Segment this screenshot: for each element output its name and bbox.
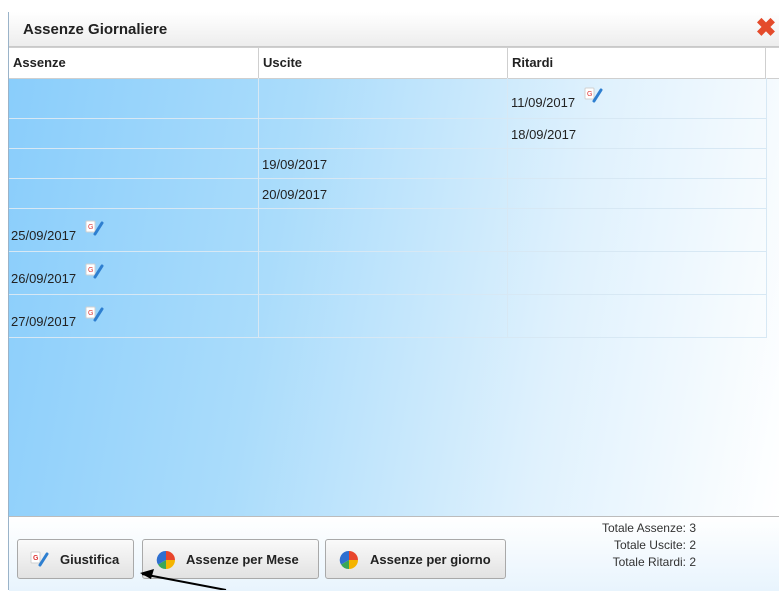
giustifica-button[interactable]: G Giustifica <box>17 539 134 579</box>
cell-uscite <box>259 119 508 148</box>
cell-ritardi <box>508 252 767 294</box>
svg-text:G: G <box>88 310 93 317</box>
cell-assenze: 26/09/2017 G <box>9 252 259 294</box>
pie-chart-icon <box>156 550 176 573</box>
cell-assenze: 25/09/2017 G <box>9 209 259 251</box>
date-text: 11/09/2017 <box>511 95 576 110</box>
table-row: 20/09/2017 <box>9 179 767 209</box>
table-row: 19/09/2017 <box>9 149 767 179</box>
totale-ritardi: Totale Ritardi: 2 <box>612 555 696 569</box>
assenze-per-mese-button[interactable]: Assenze per Mese <box>142 539 319 579</box>
date-text: 19/09/2017 <box>262 157 328 172</box>
cell-assenze <box>9 149 259 178</box>
justify-edit-icon[interactable]: G <box>85 262 105 280</box>
justify-edit-icon[interactable]: G <box>584 86 604 104</box>
cell-ritardi <box>508 179 767 208</box>
date-text: 18/09/2017 <box>511 127 577 142</box>
svg-text:G: G <box>587 91 592 98</box>
table-row: 18/09/2017 <box>9 119 767 149</box>
cell-uscite <box>259 252 508 294</box>
table-row: 26/09/2017 G <box>9 252 767 295</box>
cell-uscite: 19/09/2017 <box>259 149 508 178</box>
justify-edit-icon[interactable]: G <box>85 219 105 237</box>
svg-text:G: G <box>88 267 93 274</box>
totale-assenze: Totale Assenze: 3 <box>601 521 696 535</box>
totale-uscite: Totale Uscite: 2 <box>613 538 696 552</box>
dialog-title: Assenze Giornaliere <box>23 21 168 38</box>
cell-ritardi: 18/09/2017 <box>508 119 767 148</box>
cell-assenze <box>9 78 259 118</box>
cell-ritardi <box>508 209 767 251</box>
absences-table: Assenze Uscite Ritardi 11/09/2017 G 18/0… <box>9 47 779 516</box>
column-header-filler <box>766 48 779 78</box>
svg-text:G: G <box>88 224 93 231</box>
column-header-assenze[interactable]: Assenze <box>9 48 259 78</box>
assenze-per-mese-label: Assenze per Mese <box>186 552 299 567</box>
cell-assenze: 27/09/2017 G <box>9 295 259 337</box>
justify-edit-icon: G <box>30 550 50 571</box>
giustifica-label: Giustifica <box>60 552 120 567</box>
assenze-per-giorno-button[interactable]: Assenze per giorno <box>325 539 506 579</box>
justify-edit-icon[interactable]: G <box>85 305 105 323</box>
cell-ritardi <box>508 295 767 337</box>
svg-text:G: G <box>33 555 39 562</box>
assenze-dialog: Assenze Giornaliere ✖ Assenze Uscite Rit… <box>8 12 779 591</box>
date-text: 26/09/2017 <box>11 271 77 286</box>
close-icon[interactable]: ✖ <box>754 16 778 41</box>
cell-uscite: 20/09/2017 <box>259 179 508 208</box>
cell-assenze <box>9 179 259 208</box>
cell-ritardi: 11/09/2017 G <box>508 78 767 118</box>
dialog-titlebar: Assenze Giornaliere ✖ <box>9 12 779 47</box>
column-header-ritardi[interactable]: Ritardi <box>508 48 766 78</box>
cell-uscite <box>259 209 508 251</box>
table-row: 11/09/2017 G <box>9 78 767 119</box>
cell-uscite <box>259 295 508 337</box>
table-row: 25/09/2017 G <box>9 209 767 252</box>
column-header-uscite[interactable]: Uscite <box>259 48 508 78</box>
table-row: 27/09/2017 G <box>9 295 767 338</box>
cell-uscite <box>259 78 508 118</box>
date-text: 25/09/2017 <box>11 228 77 243</box>
dialog-footer: G Giustifica Assenze per Mese Assenze pe… <box>9 516 779 591</box>
cell-ritardi <box>508 149 767 178</box>
cell-assenze <box>9 119 259 148</box>
date-text: 27/09/2017 <box>11 314 77 329</box>
date-text: 20/09/2017 <box>262 187 328 202</box>
pie-chart-icon <box>339 550 359 573</box>
totals-panel: Totale Assenze: 3 Totale Uscite: 2 Total… <box>602 520 696 571</box>
assenze-per-giorno-label: Assenze per giorno <box>370 552 491 567</box>
table-header: Assenze Uscite Ritardi <box>9 47 779 79</box>
